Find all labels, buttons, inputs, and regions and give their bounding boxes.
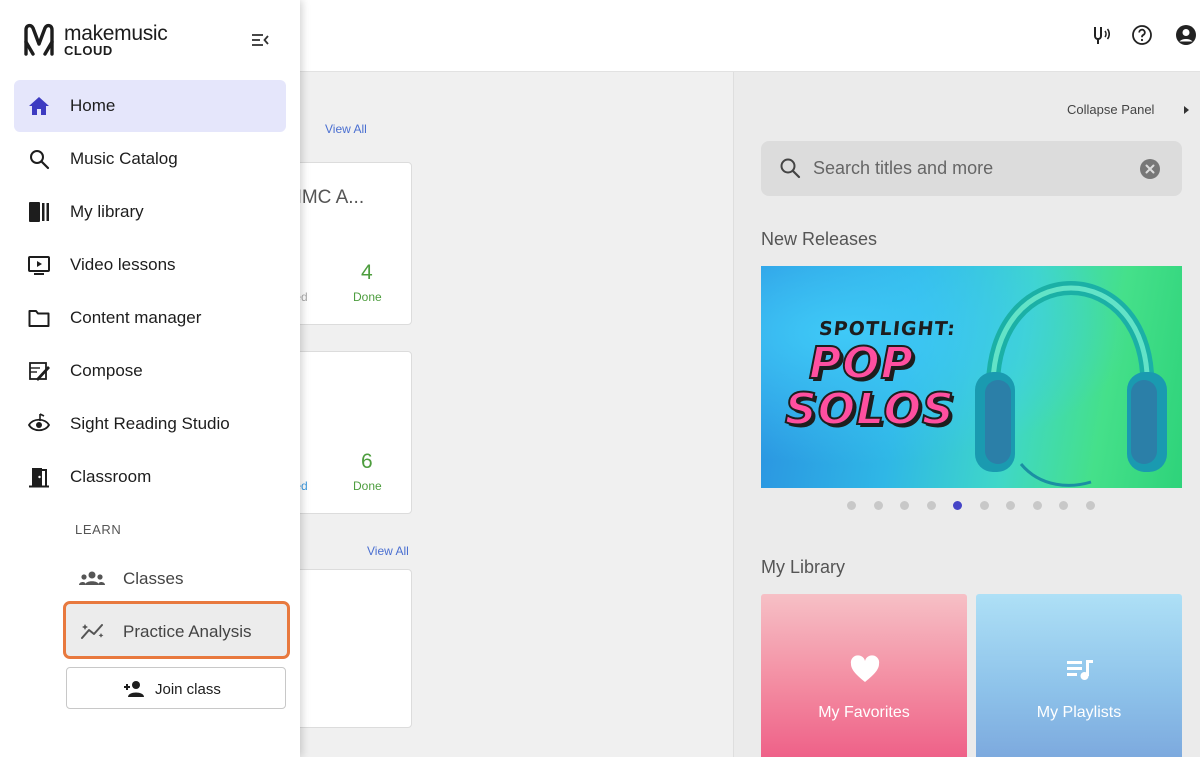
tile-label: My Playlists — [1036, 704, 1122, 721]
navigation-drawer: makemusic CLOUD Home Music Catalog My li… — [0, 0, 300, 757]
analysis-icon — [81, 624, 104, 639]
new-releases-title: New Releases — [761, 229, 878, 249]
search-bar — [761, 141, 1182, 196]
tile-label: My Favorites — [818, 704, 910, 721]
logo-subtext: CLOUD — [64, 43, 113, 58]
search-input[interactable] — [813, 151, 1133, 186]
sidebar-item-label: Classroom — [70, 467, 152, 486]
view-all-link[interactable]: View All — [325, 122, 367, 136]
tuner-icon[interactable] — [1088, 24, 1110, 46]
carousel-dot[interactable] — [1006, 501, 1015, 510]
done-label: Done — [353, 290, 382, 304]
learn-section-label: LEARN — [75, 522, 122, 537]
carousel-dot[interactable] — [1085, 501, 1095, 510]
sidebar-item-label: Video lessons — [70, 255, 176, 274]
sidebar-item-label: Classes — [123, 569, 184, 588]
sidebar-item-label: Music Catalog — [70, 149, 178, 168]
carousel-dot[interactable] — [979, 501, 989, 510]
sidebar-item-content-manager[interactable]: Content manager — [14, 292, 286, 344]
carousel-dot[interactable] — [926, 501, 936, 510]
carousel-dot[interactable] — [1032, 501, 1042, 510]
add-person-icon — [124, 681, 144, 697]
help-icon[interactable] — [1131, 24, 1153, 46]
video-icon — [28, 256, 50, 275]
sidebar-item-music-catalog[interactable]: Music Catalog — [14, 133, 286, 185]
join-class-button[interactable]: Join class — [66, 667, 286, 709]
compose-icon — [29, 362, 50, 381]
sidebar-item-classes[interactable]: Classes — [66, 552, 288, 604]
playlist-icon — [1067, 660, 1093, 680]
sidebar-item-label: Home — [70, 96, 116, 115]
banner-title-line2: SOLOS — [784, 383, 955, 436]
sidebar-item-home[interactable]: Home — [14, 80, 286, 132]
carousel-dot[interactable] — [953, 501, 962, 510]
carousel-dot[interactable] — [1059, 501, 1068, 510]
sidebar-item-label: Compose — [70, 361, 143, 380]
sidebar-item-label: Content manager — [70, 308, 202, 327]
right-panel: Collapse Panel New Releases SPOTLIGHT: P… — [733, 72, 1200, 757]
banner-spotlight-text: SPOTLIGHT: — [817, 318, 958, 340]
join-class-label: Join class — [155, 681, 221, 698]
done-count: 4 — [361, 261, 373, 284]
collapse-menu-icon[interactable] — [250, 31, 270, 49]
carousel-dot[interactable] — [847, 501, 856, 510]
sidebar-item-label: Practice Analysis — [123, 622, 252, 641]
my-favorites-tile[interactable]: My Favorites — [761, 594, 967, 757]
folder-icon — [28, 310, 50, 327]
carousel-dot[interactable] — [873, 501, 883, 510]
heart-icon — [850, 655, 880, 682]
makemusic-logo[interactable]: makemusic CLOUD — [22, 22, 172, 60]
sidebar-item-label: My library — [70, 202, 144, 221]
search-icon — [780, 158, 801, 179]
makemusic-logo-mark — [24, 23, 54, 56]
banner-title-line1: POP — [808, 337, 914, 390]
home-icon — [29, 97, 49, 115]
done-label: Done — [353, 479, 382, 493]
view-all-link[interactable]: View All — [367, 544, 409, 558]
sidebar-item-compose[interactable]: Compose — [14, 345, 286, 397]
group-icon — [79, 571, 105, 585]
my-playlists-tile[interactable]: My Playlists — [976, 594, 1182, 757]
sidebar-item-practice-analysis[interactable]: Practice Analysis — [63, 601, 290, 659]
clear-search-icon[interactable] — [1139, 158, 1161, 180]
sidebar-item-sight-reading-studio[interactable]: Sight Reading Studio — [14, 398, 286, 450]
sidebar-item-my-library[interactable]: My library — [14, 186, 286, 238]
collapse-panel-button[interactable]: Collapse Panel — [1067, 102, 1154, 117]
my-library-title: My Library — [761, 557, 846, 577]
sidebar-item-classroom[interactable]: Classroom — [14, 451, 286, 503]
door-icon — [29, 468, 49, 488]
spotlight-banner[interactable]: SPOTLIGHT: POP SOLOS — [761, 266, 1182, 488]
search-icon — [30, 150, 50, 170]
sidebar-item-video-lessons[interactable]: Video lessons — [14, 239, 286, 291]
chevron-right-icon[interactable] — [1184, 106, 1189, 114]
headphones-image — [975, 280, 1167, 487]
library-icon — [29, 202, 49, 222]
eye-icon — [28, 413, 50, 432]
carousel-dot[interactable] — [900, 501, 909, 510]
account-icon[interactable] — [1175, 24, 1197, 46]
done-count: 6 — [361, 450, 373, 473]
sidebar-item-label: Sight Reading Studio — [70, 414, 230, 433]
